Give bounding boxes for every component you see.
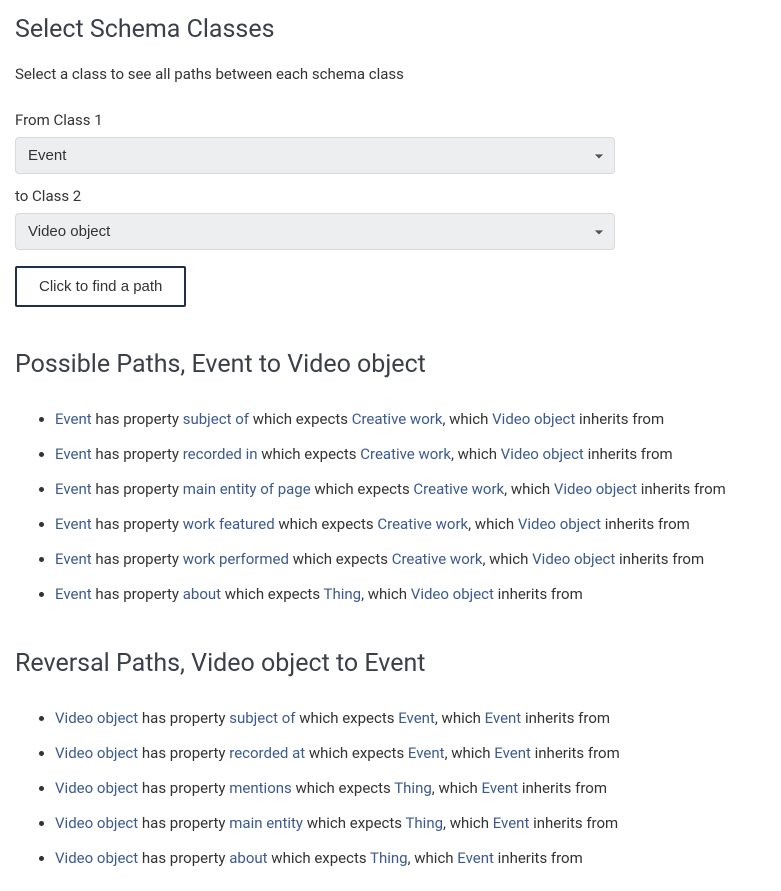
path-property-link[interactable]: work featured bbox=[183, 515, 275, 533]
from-class-select[interactable]: Event bbox=[15, 137, 615, 174]
path-property-link[interactable]: subject of bbox=[183, 410, 249, 428]
to-class-select[interactable]: Video object bbox=[15, 213, 615, 250]
path-property-link[interactable]: recorded in bbox=[183, 445, 258, 463]
page-title: Select Schema Classes bbox=[15, 10, 766, 50]
path-expects-link[interactable]: Creative work bbox=[377, 515, 468, 533]
path-property-link[interactable]: mentions bbox=[229, 779, 292, 797]
to-class-label: to Class 2 bbox=[15, 184, 766, 208]
path-source-link[interactable]: Event bbox=[55, 515, 92, 533]
path-inherits-link[interactable]: Event bbox=[481, 779, 518, 797]
path-expects-link[interactable]: Event bbox=[408, 744, 445, 762]
path-source-link[interactable]: Event bbox=[55, 445, 92, 463]
path-item: Event has property main entity of page w… bbox=[55, 477, 766, 501]
reversal-paths-list: Video object has property subject of whi… bbox=[15, 706, 766, 870]
path-source-link[interactable]: Video object bbox=[55, 709, 138, 727]
path-source-link[interactable]: Event bbox=[55, 410, 92, 428]
path-expects-link[interactable]: Creative work bbox=[352, 410, 443, 428]
to-class-group: to Class 2 Video object bbox=[15, 184, 766, 250]
path-item: Video object has property subject of whi… bbox=[55, 706, 766, 730]
path-source-link[interactable]: Event bbox=[55, 550, 92, 568]
path-property-link[interactable]: about bbox=[229, 849, 267, 867]
from-class-group: From Class 1 Event bbox=[15, 108, 766, 174]
path-expects-link[interactable]: Creative work bbox=[392, 550, 483, 568]
path-item: Event has property about which expects T… bbox=[55, 582, 766, 606]
path-inherits-link[interactable]: Event bbox=[494, 744, 531, 762]
path-item: Event has property work performed which … bbox=[55, 547, 766, 571]
path-inherits-link[interactable]: Event bbox=[457, 849, 494, 867]
path-property-link[interactable]: main entity of page bbox=[183, 480, 311, 498]
path-item: Video object has property mentions which… bbox=[55, 776, 766, 800]
path-item: Event has property work featured which e… bbox=[55, 512, 766, 536]
path-expects-link[interactable]: Creative work bbox=[413, 480, 504, 498]
path-inherits-link[interactable]: Video object bbox=[518, 515, 601, 533]
path-expects-link[interactable]: Thing bbox=[405, 814, 443, 832]
path-inherits-link[interactable]: Video object bbox=[492, 410, 575, 428]
find-path-button[interactable]: Click to find a path bbox=[15, 266, 186, 307]
path-source-link[interactable]: Video object bbox=[55, 744, 138, 762]
path-inherits-link[interactable]: Video object bbox=[532, 550, 615, 568]
path-expects-link[interactable]: Event bbox=[398, 709, 435, 727]
path-source-link[interactable]: Video object bbox=[55, 814, 138, 832]
path-item: Video object has property about which ex… bbox=[55, 846, 766, 870]
path-item: Video object has property main entity wh… bbox=[55, 811, 766, 835]
page-subtitle: Select a class to see all paths between … bbox=[15, 62, 766, 86]
from-class-label: From Class 1 bbox=[15, 108, 766, 132]
possible-paths-heading: Possible Paths, Event to Video object bbox=[15, 345, 766, 385]
path-property-link[interactable]: main entity bbox=[229, 814, 303, 832]
path-item: Video object has property recorded at wh… bbox=[55, 741, 766, 765]
path-inherits-link[interactable]: Event bbox=[493, 814, 530, 832]
possible-paths-list: Event has property subject of which expe… bbox=[15, 407, 766, 606]
path-expects-link[interactable]: Thing bbox=[394, 779, 432, 797]
path-expects-link[interactable]: Thing bbox=[324, 585, 362, 603]
path-expects-link[interactable]: Thing bbox=[370, 849, 408, 867]
path-inherits-link[interactable]: Event bbox=[485, 709, 522, 727]
path-expects-link[interactable]: Creative work bbox=[360, 445, 451, 463]
path-source-link[interactable]: Event bbox=[55, 480, 92, 498]
path-source-link[interactable]: Video object bbox=[55, 849, 138, 867]
path-property-link[interactable]: work performed bbox=[183, 550, 289, 568]
path-source-link[interactable]: Video object bbox=[55, 779, 138, 797]
path-property-link[interactable]: recorded at bbox=[229, 744, 305, 762]
path-item: Event has property recorded in which exp… bbox=[55, 442, 766, 466]
path-inherits-link[interactable]: Video object bbox=[411, 585, 494, 603]
path-inherits-link[interactable]: Video object bbox=[501, 445, 584, 463]
reversal-paths-heading: Reversal Paths, Video object to Event bbox=[15, 644, 766, 684]
path-item: Event has property subject of which expe… bbox=[55, 407, 766, 431]
path-property-link[interactable]: subject of bbox=[229, 709, 295, 727]
path-source-link[interactable]: Event bbox=[55, 585, 92, 603]
path-property-link[interactable]: about bbox=[183, 585, 221, 603]
path-inherits-link[interactable]: Video object bbox=[554, 480, 637, 498]
